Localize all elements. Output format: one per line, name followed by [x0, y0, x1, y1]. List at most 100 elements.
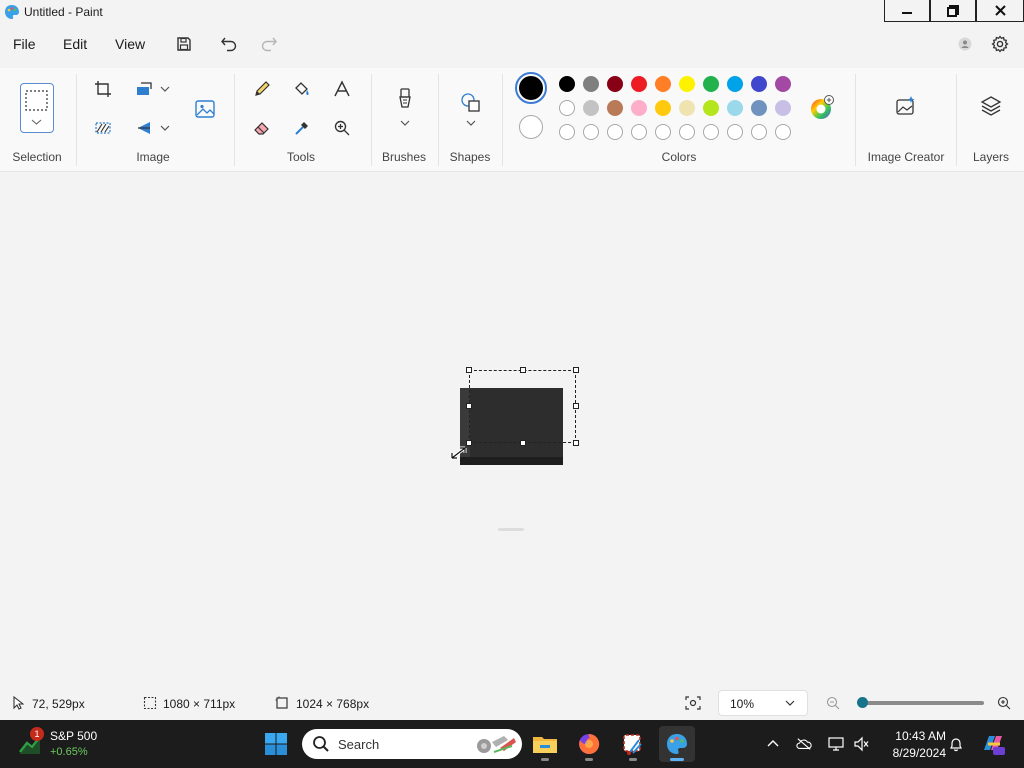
text-tool[interactable]: [329, 76, 355, 102]
secondary-color-selector[interactable]: [519, 115, 543, 139]
restore-button[interactable]: [930, 0, 976, 22]
palette-swatch[interactable]: [655, 76, 671, 92]
custom-color-slot[interactable]: [559, 124, 575, 140]
taskbar-app-snipping-tool[interactable]: [615, 726, 651, 762]
menu-edit[interactable]: Edit: [63, 36, 87, 52]
palette-swatch[interactable]: [703, 76, 719, 92]
redo-icon: [261, 37, 277, 52]
account-icon: [958, 37, 972, 51]
palette-swatch[interactable]: [559, 100, 575, 116]
minimize-button[interactable]: [884, 0, 930, 22]
undo-button[interactable]: [217, 32, 241, 56]
crop-button[interactable]: [90, 76, 116, 102]
zoom-out-button[interactable]: [825, 695, 841, 711]
menu-view[interactable]: View: [115, 36, 145, 52]
zoom-slider-track[interactable]: [862, 701, 984, 705]
group-label-colors: Colors: [661, 150, 697, 164]
palette-swatch[interactable]: [607, 76, 623, 92]
clock-time[interactable]: 10:43 AM: [886, 729, 946, 743]
selection-tool-button[interactable]: [20, 83, 54, 133]
snipping-tool-icon: [623, 734, 642, 755]
custom-color-slot[interactable]: [631, 124, 647, 140]
running-indicator: [585, 758, 593, 761]
palette-swatch[interactable]: [679, 76, 695, 92]
palette-swatch[interactable]: [607, 100, 623, 116]
pasted-image-search-pill: [498, 528, 524, 531]
account-button[interactable]: [953, 32, 977, 56]
fill-tool[interactable]: [289, 76, 315, 102]
custom-color-slot[interactable]: [583, 124, 599, 140]
palette-swatch[interactable]: [751, 100, 767, 116]
custom-color-slot[interactable]: [751, 124, 767, 140]
custom-color-slot[interactable]: [655, 124, 671, 140]
volume-tray-button[interactable]: [853, 736, 869, 752]
firefox-icon: [579, 733, 600, 754]
notifications-button[interactable]: [948, 736, 964, 752]
selection-marquee[interactable]: [466, 367, 579, 446]
custom-color-slot[interactable]: [607, 124, 623, 140]
copilot-button[interactable]: [980, 732, 1006, 756]
custom-color-slot[interactable]: [775, 124, 791, 140]
edit-colors-button[interactable]: [808, 94, 836, 122]
magnifier-tool[interactable]: [329, 115, 355, 141]
color-picker-tool[interactable]: [289, 115, 315, 141]
palette-swatch[interactable]: [775, 100, 791, 116]
resize-handle-bottom[interactable]: [520, 440, 526, 446]
resize-handle-right[interactable]: [573, 403, 579, 409]
shapes-button[interactable]: [458, 90, 484, 116]
pencil-tool[interactable]: [249, 76, 275, 102]
palette-swatch[interactable]: [679, 100, 695, 116]
fit-to-window-button[interactable]: [685, 695, 701, 711]
flip-button[interactable]: [131, 115, 157, 141]
primary-color-selector[interactable]: [515, 72, 547, 104]
shapes-dropdown[interactable]: [462, 116, 480, 130]
palette-swatch[interactable]: [583, 76, 599, 92]
palette-swatch[interactable]: [727, 76, 743, 92]
palette-swatch[interactable]: [751, 76, 767, 92]
windows-start-icon[interactable]: [264, 732, 288, 756]
palette-swatch[interactable]: [727, 100, 743, 116]
taskbar-app-firefox[interactable]: [571, 726, 607, 762]
save-button[interactable]: [172, 32, 196, 56]
custom-color-slot[interactable]: [703, 124, 719, 140]
palette-swatch[interactable]: [655, 100, 671, 116]
zoom-slider-thumb[interactable]: [857, 697, 868, 708]
brushes-button[interactable]: [392, 86, 418, 112]
custom-color-slot[interactable]: [679, 124, 695, 140]
custom-color-slot[interactable]: [727, 124, 743, 140]
resize-handle-bottom-right[interactable]: [573, 440, 579, 446]
resize-dropdown[interactable]: [156, 76, 174, 102]
flip-dropdown[interactable]: [156, 115, 174, 141]
settings-button[interactable]: [988, 32, 1012, 56]
resize-handle-top-left[interactable]: [466, 367, 472, 373]
canvas-area[interactable]: [0, 172, 1024, 688]
taskbar-search-box[interactable]: Search: [302, 729, 522, 759]
palette-swatch[interactable]: [583, 100, 599, 116]
redo-button[interactable]: [257, 32, 281, 56]
clock-date[interactable]: 8/29/2024: [880, 746, 946, 760]
taskbar-app-file-explorer[interactable]: [527, 726, 563, 762]
palette-swatch[interactable]: [631, 100, 647, 116]
image-creator-button[interactable]: [893, 93, 919, 119]
palette-swatch[interactable]: [559, 76, 575, 92]
eraser-tool[interactable]: [249, 115, 275, 141]
zoom-in-button[interactable]: [996, 695, 1012, 711]
close-button[interactable]: [976, 0, 1024, 22]
onedrive-tray-button[interactable]: [796, 736, 812, 752]
zoom-level-dropdown[interactable]: 10%: [718, 690, 808, 716]
resize-handle-left[interactable]: [466, 403, 472, 409]
layers-button[interactable]: [978, 93, 1004, 119]
network-tray-button[interactable]: [828, 736, 844, 752]
palette-swatch[interactable]: [775, 76, 791, 92]
resize-handle-top[interactable]: [520, 367, 526, 373]
resize-handle-top-right[interactable]: [573, 367, 579, 373]
image-properties-button[interactable]: [191, 95, 219, 123]
palette-swatch[interactable]: [631, 76, 647, 92]
menu-file[interactable]: File: [13, 36, 36, 52]
show-hidden-icons-button[interactable]: [765, 736, 781, 752]
taskbar-app-paint[interactable]: [659, 726, 695, 762]
resize-button[interactable]: [131, 76, 157, 102]
palette-swatch[interactable]: [703, 100, 719, 116]
brushes-dropdown[interactable]: [396, 116, 414, 130]
select-all-button[interactable]: [90, 115, 116, 141]
